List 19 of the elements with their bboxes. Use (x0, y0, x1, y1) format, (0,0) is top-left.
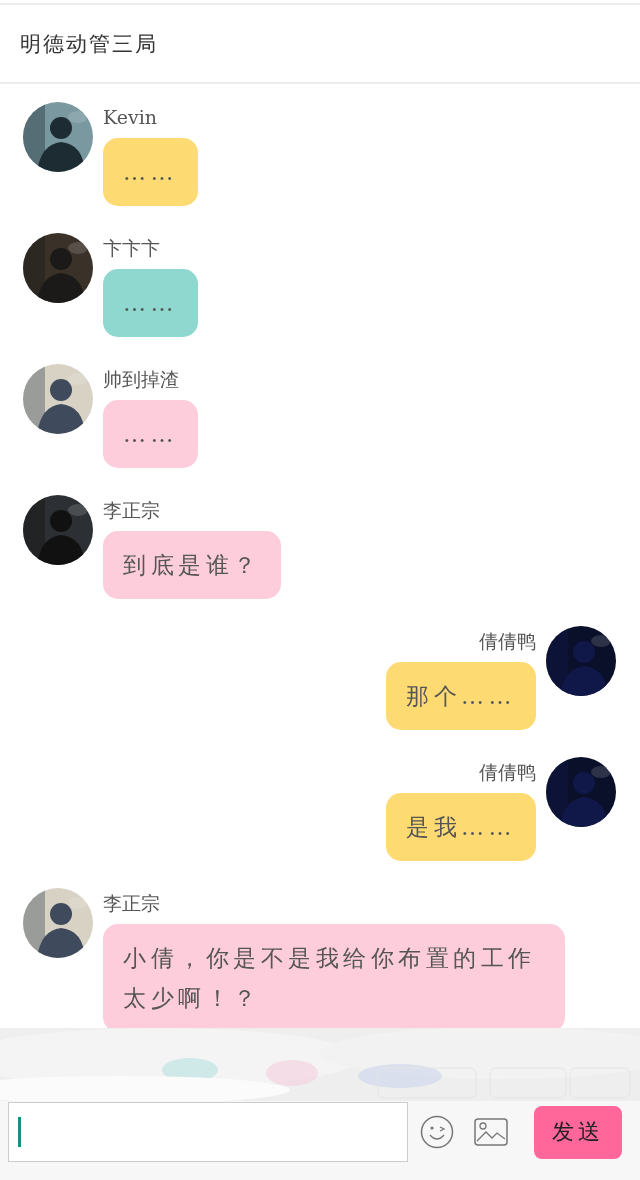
message-bubble: …… (103, 400, 198, 468)
message-bubble: 是我…… (386, 793, 536, 861)
sender-name: 李正宗 (103, 498, 160, 523)
sender-name: 李正宗 (103, 891, 160, 916)
sender-name: 帅到掉渣 (103, 367, 179, 392)
message-bubble: 小倩，你是不是我给你布置的工作太少啊！？ (103, 924, 565, 1028)
sender-name: 倩倩鸭 (479, 760, 536, 785)
sender-name: 卞卞卞 (103, 236, 160, 261)
message-bubble: 到底是谁？ (103, 531, 281, 599)
sender-name: Kevin (103, 105, 157, 130)
image-icon[interactable] (474, 1118, 508, 1146)
emoji-icon[interactable] (420, 1115, 454, 1149)
send-button[interactable]: 发送 (534, 1105, 622, 1159)
sender-name: 倩倩鸭 (479, 629, 536, 654)
message-bubble: 那个…… (386, 662, 536, 730)
message-input[interactable] (8, 1102, 408, 1162)
message-bubble: …… (103, 138, 198, 206)
message-bubble: …… (103, 269, 198, 337)
chat-title: 明德动管三局 (20, 30, 158, 58)
